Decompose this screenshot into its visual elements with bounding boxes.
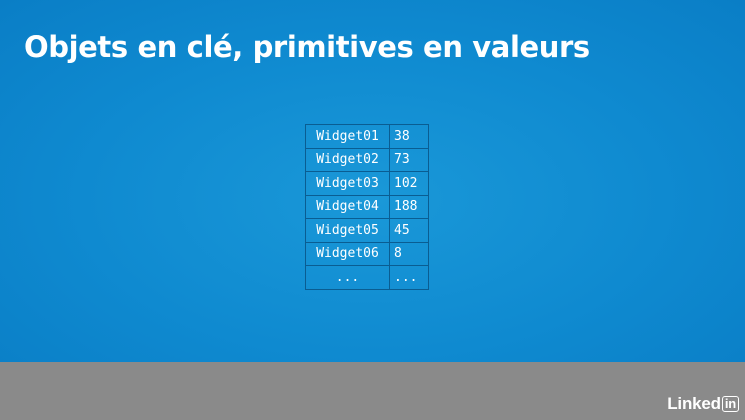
slide-area: Objets en clé, primitives en valeurs Wid…	[0, 0, 745, 362]
key-cell: Widget01	[305, 124, 390, 149]
key-cell: Widget03	[305, 171, 390, 196]
value-cell: 38	[389, 124, 429, 149]
table-row: ... ...	[305, 265, 429, 290]
value-cell: 8	[389, 241, 429, 266]
value-cell: 73	[389, 147, 429, 172]
key-value-table: Widget01 38 Widget02 73 Widget03 102 Wid…	[305, 124, 429, 290]
footer-bar: Linked in	[0, 362, 745, 420]
table-row: Widget02 73	[305, 147, 429, 172]
key-cell: ...	[305, 265, 390, 290]
value-cell: ...	[389, 265, 429, 290]
table-row: Widget05 45	[305, 218, 429, 243]
value-cell: 188	[389, 194, 429, 219]
table-row: Widget06 8	[305, 241, 429, 266]
value-cell: 102	[389, 171, 429, 196]
table-row: Widget03 102	[305, 171, 429, 196]
table-row: Widget01 38	[305, 124, 429, 149]
linkedin-logo: Linked in	[667, 394, 739, 414]
key-cell: Widget06	[305, 241, 390, 266]
key-cell: Widget05	[305, 218, 390, 243]
slide-title: Objets en clé, primitives en valeurs	[24, 30, 590, 64]
key-cell: Widget02	[305, 147, 390, 172]
key-cell: Widget04	[305, 194, 390, 219]
brand-text: Linked	[667, 394, 721, 413]
value-cell: 45	[389, 218, 429, 243]
brand-box-text: in	[721, 396, 739, 412]
table-row: Widget04 188	[305, 194, 429, 219]
